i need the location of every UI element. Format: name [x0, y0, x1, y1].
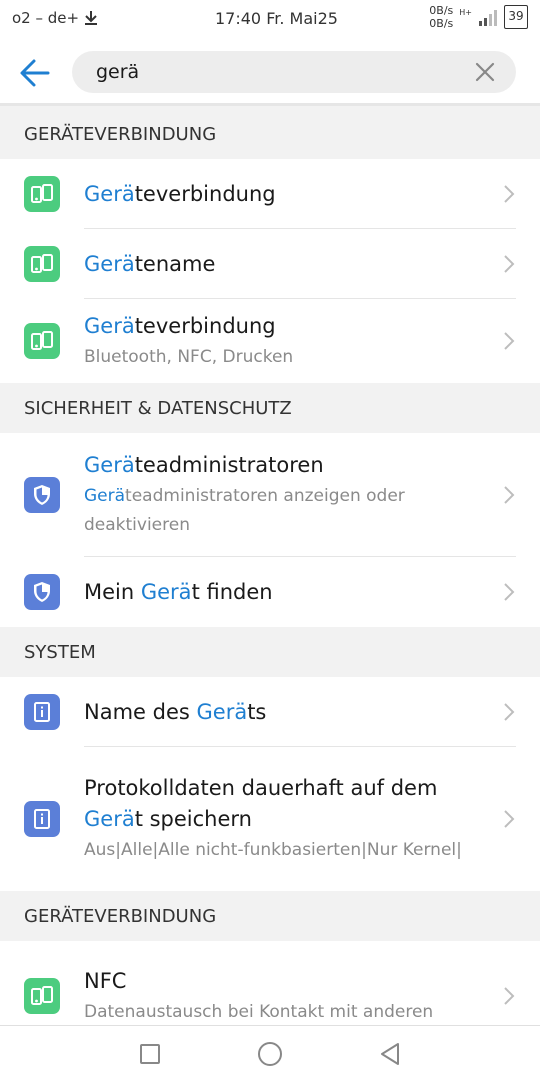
result-item[interactable]: Geräteverbindung [0, 159, 540, 229]
section-card: NFC Datenaustausch bei Kontakt mit ander… [0, 941, 540, 1025]
result-item[interactable]: Protokolldaten dauerhaft auf dem Gerät s… [0, 747, 540, 891]
info-icon [24, 694, 60, 730]
result-subtitle: Geräteadministratoren anzeigen oder deak… [84, 482, 486, 540]
section-header: GERÄTEVERBINDUNG [0, 109, 540, 159]
status-right: 0B/s 0B/s H+ 39 [429, 4, 528, 30]
shield-icon [24, 574, 60, 610]
back-arrow-icon[interactable] [18, 56, 52, 90]
chevron-right-icon [504, 255, 515, 273]
result-text: Geräteadministratoren Geräteadministrato… [84, 450, 516, 540]
title-rest: teverbindung [134, 313, 276, 338]
chevron-right-icon [504, 185, 515, 203]
subtitle-rest: teadministratoren anzeigen oder deaktivi… [84, 486, 405, 535]
result-title: Mein Gerät finden [84, 577, 486, 608]
info-icon [24, 801, 60, 837]
nav-back-button[interactable] [378, 1042, 402, 1066]
result-item[interactable]: Geräteadministratoren Geräteadministrato… [0, 433, 540, 557]
chevron-right-icon [504, 703, 515, 721]
search-input[interactable]: gerä [72, 51, 516, 93]
title-rest: teverbindung [134, 181, 276, 206]
highlight-match: Gerä [84, 181, 135, 206]
highlight-match: Gerä [84, 251, 135, 276]
carrier-label: o2 – de+ [12, 9, 80, 27]
battery-icon: 39 [504, 5, 528, 29]
chevron-right-icon [504, 486, 515, 504]
result-title: Name des Geräts [84, 697, 486, 728]
highlight-match: Gerä [84, 313, 135, 338]
clock: 17:40 Fr. Mai25 [215, 9, 338, 28]
net-down-speed: 0B/s [429, 17, 454, 30]
chevron-right-icon [504, 583, 515, 601]
title-prefix: Protokolldaten dauerhaft auf dem [84, 776, 438, 800]
result-title: Gerätename [84, 249, 486, 280]
device-connection-icon [24, 176, 60, 212]
highlight-match: Gerä [84, 453, 135, 477]
title-rest: tename [134, 251, 216, 276]
highlight-match: Gerä [84, 807, 135, 831]
result-title: Protokolldaten dauerhaft auf dem Gerät s… [84, 773, 486, 835]
title-rest: t finden [191, 579, 273, 604]
result-text: Geräteverbindung [84, 179, 516, 210]
highlight-match: Gerä [84, 486, 126, 506]
net-up-speed: 0B/s [429, 4, 454, 17]
result-item[interactable]: Gerätename [0, 229, 540, 299]
result-subtitle: Aus|Alle|Alle nicht-funkbasierten|Nur Ke… [84, 840, 462, 860]
network-speed: 0B/s 0B/s [429, 4, 453, 30]
download-icon [85, 11, 98, 25]
result-text: Mein Gerät finden [84, 577, 516, 608]
result-title: Geräteverbindung [84, 179, 486, 210]
title-prefix: Mein [84, 579, 141, 604]
section-card: Name des Geräts Protokolldaten dauerhaft… [0, 677, 540, 891]
home-button[interactable] [258, 1042, 282, 1066]
title-rest: t speichern [134, 807, 252, 831]
section-card: Geräteverbindung Gerätename Geräteverbin… [0, 159, 540, 383]
section-header: SICHERHEIT & DATENSCHUTZ [0, 383, 540, 433]
result-item[interactable]: Geräteverbindung Bluetooth, NFC, Drucken [0, 299, 540, 383]
result-item[interactable]: NFC Datenaustausch bei Kontakt mit ander… [0, 941, 540, 1025]
navigation-bar [0, 1025, 540, 1080]
section-header: SYSTEM [0, 627, 540, 677]
result-text: NFC Datenaustausch bei Kontakt mit ander… [84, 966, 516, 1026]
title-rest: teadministratoren [134, 453, 324, 477]
device-connection-icon [24, 323, 60, 359]
chevron-right-icon [504, 810, 515, 828]
result-item[interactable]: Mein Gerät finden [0, 557, 540, 627]
chevron-right-icon [504, 332, 515, 350]
section-header: GERÄTEVERBINDUNG [0, 891, 540, 941]
search-query[interactable]: gerä [96, 61, 139, 83]
result-text: Protokolldaten dauerhaft auf dem Gerät s… [84, 773, 516, 865]
section-card: Geräteadministratoren Geräteadministrato… [0, 433, 540, 627]
search-header: gerä [0, 40, 540, 106]
title-rest: ts [247, 699, 267, 724]
device-connection-icon [24, 246, 60, 282]
clear-icon[interactable] [474, 61, 496, 83]
result-text: Gerätename [84, 249, 516, 280]
result-subtitle: Datenaustausch bei Kontakt mit anderen [84, 1001, 434, 1022]
result-title: Geräteadministratoren [84, 450, 486, 481]
title-prefix: Name des [84, 699, 197, 724]
result-item[interactable]: Name des Geräts [0, 677, 540, 747]
signal-icon [479, 10, 497, 26]
device-connection-icon [24, 978, 60, 1014]
chevron-right-icon [504, 987, 515, 1005]
result-subtitle: Bluetooth, NFC, Drucken [84, 346, 294, 367]
result-title: NFC [84, 968, 127, 993]
status-left: o2 – de+ [12, 9, 99, 27]
recent-apps-button[interactable] [140, 1044, 160, 1064]
result-text: Geräteverbindung Bluetooth, NFC, Drucken [84, 311, 516, 372]
highlight-match: Gerä [140, 579, 192, 604]
shield-icon [24, 477, 60, 513]
result-text: Name des Geräts [84, 697, 516, 728]
status-bar: o2 – de+ 17:40 Fr. Mai25 0B/s 0B/s H+ 39 [0, 0, 540, 40]
result-title: Geräteverbindung [84, 311, 486, 342]
highlight-match: Gerä [196, 699, 248, 724]
signal-type-label: H+ [459, 8, 472, 17]
search-results: GERÄTEVERBINDUNG Geräteverbindung Geräte… [0, 109, 540, 1025]
